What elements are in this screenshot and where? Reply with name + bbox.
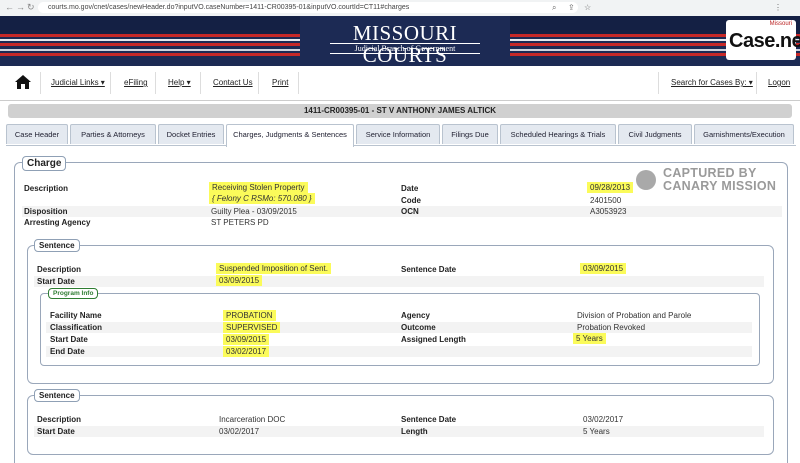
program-agency-value: Division of Probation and Parole <box>577 311 692 320</box>
home-icon[interactable] <box>14 74 32 92</box>
watermark: CAPTURED BY CANARY MISSION <box>636 167 786 195</box>
classification-value: SUPERVISED <box>223 322 281 333</box>
facility-name-label: Facility Name <box>50 311 102 320</box>
sentence-2-length-value: 5 Years <box>583 427 610 436</box>
sentence-1-legend: Sentence <box>34 239 80 252</box>
address-bar[interactable]: courts.mo.gov/cnet/cases/newHeader.do?in… <box>38 2 578 13</box>
tab-civil-judgments[interactable]: Civil Judgments <box>618 124 692 144</box>
sentence-1-start-label: Start Date <box>37 277 75 286</box>
search-cases-menu[interactable]: Search for Cases By: ▾ <box>671 78 753 87</box>
sentence-1-date-value: 03/09/2015 <box>580 263 627 274</box>
charge-description-label: Description <box>24 184 69 193</box>
sentence-1-start-value: 03/09/2015 <box>216 275 263 286</box>
url-text: courts.mo.gov/cnet/cases/newHeader.do?in… <box>48 4 410 11</box>
program-end-value: 03/02/2017 <box>223 346 270 357</box>
classification-label: Classification <box>50 323 103 332</box>
arresting-agency-label: Arresting Agency <box>24 218 91 227</box>
charge-date-value: 09/28/2013 <box>587 182 634 193</box>
contact-us-link[interactable]: Contact Us <box>213 78 253 87</box>
sentence-1-row-shade <box>34 276 764 287</box>
back-arrow-icon[interactable]: ← <box>5 2 14 12</box>
sentence-2-date-label: Sentence Date <box>401 415 457 424</box>
efiling-link[interactable]: eFiling <box>124 78 148 87</box>
outcome-value: Probation Revoked <box>577 323 646 332</box>
ocn-label: OCN <box>401 207 419 216</box>
tab-case-header[interactable]: Case Header <box>6 124 68 144</box>
share-icon[interactable]: ⇪ <box>568 3 575 12</box>
program-row-shade-2 <box>46 346 752 357</box>
tab-filings-due[interactable]: Filings Due <box>442 124 498 144</box>
assigned-length-label: Assigned Length <box>401 335 466 344</box>
program-info-legend: Program Info <box>48 288 99 299</box>
site-subtitle: Judicial Branch of Government <box>330 43 480 54</box>
reload-icon[interactable]: ↻ <box>27 2 35 13</box>
sentence-1-date-label: Sentence Date <box>401 265 457 274</box>
sentence-2-description-value: Incarceration DOC <box>219 415 286 424</box>
disposition-label: Disposition <box>24 207 68 216</box>
case-title-bar: 1411-CR00395-01 - ST V ANTHONY JAMES ALT… <box>8 104 792 118</box>
logo-missouri-text: Missouri <box>769 21 792 27</box>
charge-code-value: 2401500 <box>590 196 622 205</box>
ocn-value: A3053923 <box>590 207 627 216</box>
tab-charges-judgments-sentences[interactable]: Charges, Judgments & Sentences <box>226 124 354 147</box>
help-menu[interactable]: Help ▾ <box>168 78 191 87</box>
program-start-value: 03/09/2015 <box>223 334 270 345</box>
zoom-icon[interactable]: ⌕ <box>552 3 556 13</box>
charge-description-value: Receiving Stolen Property <box>209 182 308 193</box>
watermark-text-line2: CANARY MISSION <box>663 179 777 193</box>
logo-casenet-text: Case.net <box>729 30 800 52</box>
charge-date-label: Date <box>401 184 419 193</box>
tab-service-information[interactable]: Service Information <box>356 124 440 144</box>
sentence-2-start-label: Start Date <box>37 427 75 436</box>
charge-statute-value: { Felony C RSMo: 570.080 } <box>209 193 315 204</box>
top-navigation: Judicial Links ▾ eFiling Help ▾ Contact … <box>0 66 800 101</box>
sentence-panel-2 <box>27 395 774 455</box>
charge-legend: Charge <box>22 156 67 171</box>
star-icon[interactable]: ☆ <box>584 3 591 12</box>
extensions-icon[interactable]: ⋮ <box>774 3 782 12</box>
sentence-1-description-value: Suspended Imposition of Sent. <box>216 263 331 274</box>
tab-garnishments-execution[interactable]: Garnishments/Execution <box>694 124 794 144</box>
sentence-1-description-label: Description <box>37 265 82 274</box>
program-agency-label: Agency <box>401 311 430 320</box>
forward-arrow-icon[interactable]: → <box>16 2 25 12</box>
watermark-logo-icon <box>636 170 656 190</box>
sentence-2-legend: Sentence <box>34 389 80 402</box>
logon-link[interactable]: Logon <box>768 78 790 87</box>
case-tabs: Case Header Parties & Attorneys Docket E… <box>6 124 796 147</box>
disposition-value: Guilty Plea - 03/09/2015 <box>211 207 297 216</box>
charge-code-label: Code <box>401 196 421 205</box>
sentence-2-start-value: 03/02/2017 <box>219 427 260 436</box>
program-start-label: Start Date <box>50 335 88 344</box>
sentence-2-length-label: Length <box>401 427 428 436</box>
browser-toolbar: ← → ↻ courts.mo.gov/cnet/cases/newHeader… <box>0 0 800 17</box>
site-banner: MISSOURI COURTS Judicial Branch of Gover… <box>0 16 800 66</box>
sentence-2-description-label: Description <box>37 415 82 424</box>
facility-name-value: PROBATION <box>223 310 276 321</box>
sentence-2-date-value: 03/02/2017 <box>583 415 624 424</box>
assigned-length-value: 5 Years <box>573 333 606 344</box>
tab-parties-attorneys[interactable]: Parties & Attorneys <box>70 124 156 144</box>
print-link[interactable]: Print <box>272 78 288 87</box>
outcome-label: Outcome <box>401 323 436 332</box>
arresting-agency-value: ST PETERS PD <box>211 218 269 227</box>
tab-docket-entries[interactable]: Docket Entries <box>158 124 224 144</box>
program-row-shade-1 <box>46 322 752 333</box>
program-end-label: End Date <box>50 347 85 356</box>
tab-divider <box>6 145 796 146</box>
tab-scheduled-hearings-trials[interactable]: Scheduled Hearings & Trials <box>500 124 616 144</box>
sentence-2-row-shade <box>34 426 764 437</box>
casenet-logo[interactable]: Missouri Case.net <box>726 20 800 60</box>
judicial-links-menu[interactable]: Judicial Links ▾ <box>51 78 105 87</box>
